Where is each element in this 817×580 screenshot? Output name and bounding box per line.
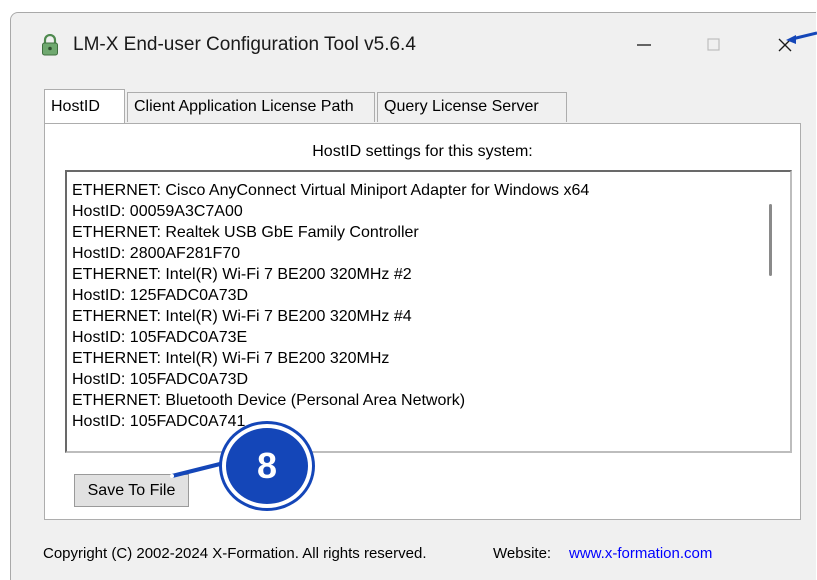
copyright-text: Copyright (C) 2002-2024 X-Formation. All… [43, 545, 427, 562]
tab-client-application-license-path[interactable]: Client Application License Path [127, 92, 375, 122]
hostid-list-line: ETHERNET: Realtek USB GbE Family Control… [72, 224, 419, 241]
hostid-tab-panel: HostID settings for this system: ETHERNE… [44, 123, 801, 520]
hostid-list-line: ETHERNET: Cisco AnyConnect Virtual Minip… [72, 182, 590, 199]
hostid-list-line: HostID: 105FADC0A73E [72, 329, 248, 346]
callout-badge-8: 8 [222, 424, 312, 508]
hostid-list-line: ETHERNET: Intel(R) Wi-Fi 7 BE200 320MHz … [72, 308, 412, 325]
hostid-list: ETHERNET: Cisco AnyConnect Virtual Minip… [72, 180, 762, 432]
hostid-list-line: HostID: 105FADC0A741 [72, 413, 246, 430]
hostid-list-line: HostID: 125FADC0A73D [72, 287, 249, 304]
vertical-scrollbar[interactable] [769, 204, 772, 276]
hostid-list-line: ETHERNET: Intel(R) Wi-Fi 7 BE200 320MHz [72, 350, 390, 367]
close-button[interactable] [761, 25, 807, 65]
tab-query-license-server[interactable]: Query License Server [377, 92, 567, 122]
hostid-list-line: HostID: 00059A3C7A00 [72, 203, 243, 220]
app-window: LM-X End-user Configuration Tool v5.6.4 … [10, 12, 816, 580]
hostid-list-line: HostID: 2800AF281F70 [72, 245, 241, 262]
save-to-file-button[interactable]: Save To File [74, 474, 189, 507]
hostid-settings-heading: HostID settings for this system: [312, 143, 533, 160]
minimize-button[interactable] [621, 25, 667, 65]
hostid-list-box[interactable]: ETHERNET: Cisco AnyConnect Virtual Minip… [65, 170, 792, 453]
tab-hostid[interactable]: HostID [44, 89, 125, 123]
website-link[interactable]: www.x-formation.com [569, 545, 712, 562]
lock-icon [42, 34, 58, 56]
window-title: LM-X End-user Configuration Tool v5.6.4 [73, 34, 416, 55]
website-label: Website: [493, 545, 552, 562]
title-bar: LM-X End-user Configuration Tool v5.6.4 [11, 13, 816, 73]
hostid-list-line: ETHERNET: Intel(R) Wi-Fi 7 BE200 320MHz … [72, 266, 412, 283]
hostid-list-line: ETHERNET: Bluetooth Device (Personal Are… [72, 392, 466, 409]
maximize-button[interactable] [691, 25, 737, 65]
hostid-list-line: HostID: 105FADC0A73D [72, 371, 249, 388]
